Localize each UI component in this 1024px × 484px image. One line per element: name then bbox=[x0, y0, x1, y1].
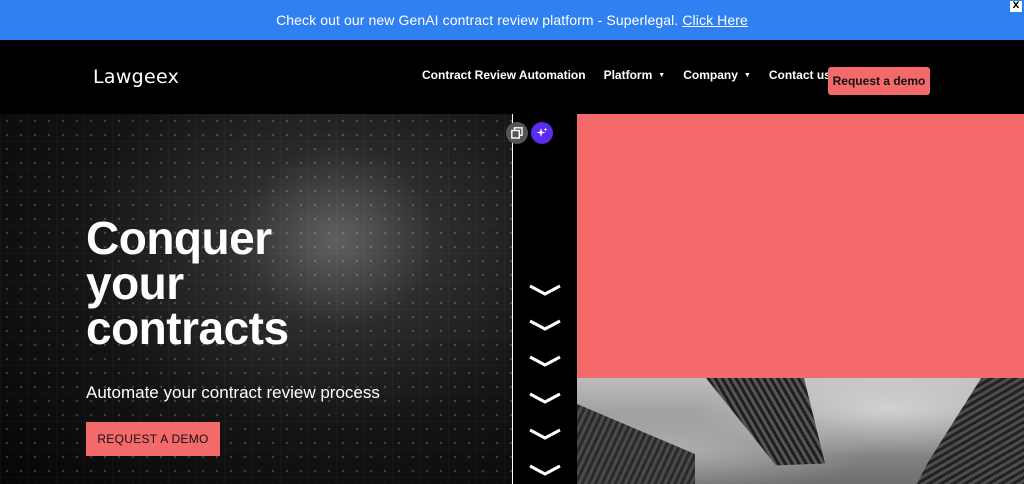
announcement-bar: Check out our new GenAI contract review … bbox=[0, 0, 1024, 40]
sparkle-icon bbox=[536, 127, 548, 137]
chevron-down-icon bbox=[528, 283, 562, 297]
caret-down-icon: ▼ bbox=[658, 71, 666, 79]
copy-button[interactable] bbox=[506, 122, 528, 144]
announcement-close-button[interactable]: X bbox=[1010, 1, 1022, 12]
logo[interactable]: Lawgeex bbox=[93, 66, 179, 88]
chevron-down-icon bbox=[528, 391, 562, 405]
hero-subtitle: Automate your contract review process bbox=[86, 383, 380, 402]
copy-icon bbox=[511, 127, 523, 139]
hero-section: Conquer your contracts Automate your con… bbox=[0, 114, 512, 484]
nav-item-label: Company bbox=[683, 68, 738, 82]
nav-item-company[interactable]: Company ▼ bbox=[683, 68, 751, 82]
skyscraper-image bbox=[577, 378, 1024, 484]
hero-title-line: contracts bbox=[86, 302, 289, 354]
caret-down-icon: ▼ bbox=[743, 71, 751, 79]
chevron-down-icon bbox=[528, 354, 562, 368]
chevron-down-icon bbox=[528, 427, 562, 441]
hero-request-demo-button[interactable]: REQUEST A DEMO bbox=[86, 422, 220, 456]
nav-item-label: Platform bbox=[603, 68, 653, 82]
hero-title-line: your bbox=[86, 257, 184, 309]
hero-title: Conquer your contracts bbox=[86, 212, 289, 354]
ai-assistant-button[interactable] bbox=[531, 122, 553, 144]
main-nav: Contract Review Automation Platform ▼ Co… bbox=[422, 68, 849, 82]
site-header: Lawgeex Contract Review Automation Platf… bbox=[0, 40, 1024, 114]
chevron-down-icon bbox=[528, 318, 562, 332]
hero-title-line: Conquer bbox=[86, 212, 272, 264]
announcement-link[interactable]: Click Here bbox=[682, 12, 748, 28]
nav-item-contact-us[interactable]: Contact us bbox=[769, 68, 831, 82]
nav-item-label: Contact us bbox=[768, 68, 831, 82]
hero-accent-block bbox=[577, 114, 1024, 378]
nav-item-label: Contract Review Automation bbox=[422, 68, 586, 82]
nav-item-platform[interactable]: Platform ▼ bbox=[604, 68, 666, 82]
request-demo-button[interactable]: Request a demo bbox=[828, 67, 930, 95]
nav-item-contract-review-automation[interactable]: Contract Review Automation bbox=[422, 68, 586, 82]
announcement-text: Check out our new GenAI contract review … bbox=[276, 12, 679, 28]
chevron-down-icon bbox=[528, 463, 562, 477]
